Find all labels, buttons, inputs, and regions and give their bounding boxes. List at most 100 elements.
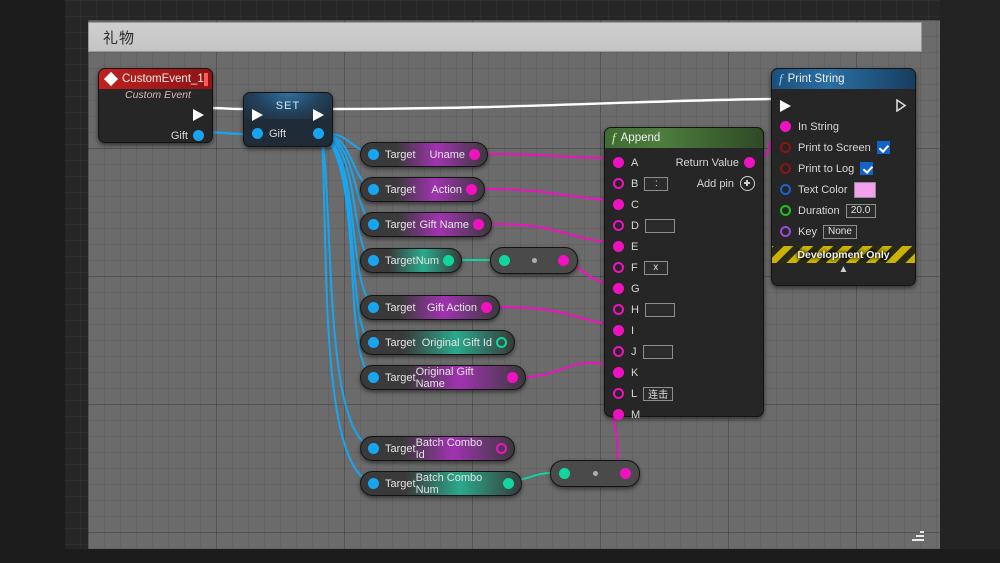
append-pin-row-g: G xyxy=(605,278,763,299)
exec-output-pin[interactable] xyxy=(896,99,907,112)
append-pin-j[interactable] xyxy=(613,346,624,357)
node-target-original-gift-id[interactable]: Target Original Gift Id xyxy=(360,330,515,355)
append-pin-b-label: B xyxy=(631,177,639,190)
print-to-log-pin[interactable] xyxy=(780,163,791,174)
node-append[interactable]: f Append A Return Value B : Add pin C D … xyxy=(604,127,764,421)
print-to-screen-checkbox[interactable] xyxy=(876,141,890,154)
target-input-label: Target xyxy=(385,254,416,267)
node-target-batch-combo-id[interactable]: Target Batch Combo Id xyxy=(360,436,515,461)
duration-value[interactable]: 20.0 xyxy=(845,203,876,218)
append-pin-row-e: E xyxy=(605,236,763,257)
append-pin-row-i: I xyxy=(605,320,763,341)
target-input-pin[interactable] xyxy=(368,337,379,348)
chevron-up-icon[interactable]: ▲ xyxy=(772,263,915,275)
append-pin-g[interactable] xyxy=(613,283,624,294)
node-target-original-gift-name[interactable]: Target Original Gift Name xyxy=(360,365,526,390)
convert-output-pin[interactable] xyxy=(558,255,569,266)
batch-combo-num-output-pin[interactable] xyxy=(503,478,514,489)
blueprint-graph-canvas[interactable]: CustomEvent_1 Custom Event Gift SET Gift… xyxy=(88,20,940,549)
resize-grip-icon[interactable] xyxy=(910,527,924,541)
append-pin-row-d: D xyxy=(605,215,763,236)
append-pin-g-label: G xyxy=(631,282,640,295)
key-value[interactable]: None xyxy=(822,224,857,239)
original-gift-id-output-pin[interactable] xyxy=(496,337,507,348)
set-exec-output-pin[interactable] xyxy=(313,109,324,121)
append-pin-m[interactable] xyxy=(613,409,624,420)
duration-pin[interactable] xyxy=(780,205,791,216)
target-input-pin[interactable] xyxy=(368,184,379,195)
batch-combo-id-output-pin[interactable] xyxy=(496,443,507,454)
node-target-batch-combo-num[interactable]: Target Batch Combo Num xyxy=(360,471,522,496)
set-gift-output-pin[interactable] xyxy=(313,128,324,139)
target-input-pin[interactable] xyxy=(368,478,379,489)
red-square-icon[interactable] xyxy=(203,72,208,86)
action-output-pin[interactable] xyxy=(466,184,477,195)
key-pin[interactable] xyxy=(780,226,791,237)
gift-action-output-pin[interactable] xyxy=(481,302,492,313)
node-custom-event[interactable]: CustomEvent_1 Custom Event Gift xyxy=(98,68,213,143)
text-color-pin[interactable] xyxy=(780,184,791,195)
append-pin-a[interactable] xyxy=(613,157,624,168)
append-pin-k[interactable] xyxy=(613,367,624,378)
node-target-num[interactable]: Target Num xyxy=(360,248,462,273)
target-input-pin[interactable] xyxy=(368,372,379,383)
duration-row: Duration 20.0 xyxy=(772,200,915,221)
append-pin-d[interactable] xyxy=(613,220,624,231)
target-input-pin[interactable] xyxy=(368,255,379,266)
append-pin-h[interactable] xyxy=(613,304,624,315)
set-gift-input-pin[interactable] xyxy=(252,128,263,139)
node-set[interactable]: SET Gift xyxy=(243,92,333,147)
num-output-pin[interactable] xyxy=(443,255,454,266)
append-pin-j-label: J xyxy=(631,345,637,358)
print-to-log-checkbox[interactable] xyxy=(860,162,874,175)
target-input-pin[interactable] xyxy=(368,443,379,454)
append-pin-b[interactable] xyxy=(613,178,624,189)
append-pin-i[interactable] xyxy=(613,325,624,336)
exec-output-pin[interactable] xyxy=(193,108,204,121)
event-diamond-icon xyxy=(103,71,119,87)
add-pin-icon[interactable] xyxy=(740,176,755,191)
target-input-pin[interactable] xyxy=(368,219,379,230)
node-target-action[interactable]: Target Action xyxy=(360,177,485,202)
node-print-string[interactable]: f Print String In String Print to Screen xyxy=(771,68,916,286)
original-gift-name-output-pin[interactable] xyxy=(507,372,518,383)
custom-event-subtitle: Custom Event xyxy=(125,89,191,101)
target-output-label: Batch Combo Id xyxy=(415,436,483,461)
print-to-screen-pin[interactable] xyxy=(780,142,791,153)
append-pin-h-label: H xyxy=(631,303,639,316)
append-return-value-pin[interactable] xyxy=(744,157,755,168)
set-exec-input-pin[interactable] xyxy=(252,109,263,121)
text-color-label: Text Color xyxy=(798,183,848,196)
left-panel xyxy=(0,0,65,563)
convert-input-pin[interactable] xyxy=(499,255,510,266)
append-pin-b-value[interactable]: : xyxy=(644,176,669,191)
graph-tab-bar[interactable]: 礼物 xyxy=(88,22,922,52)
custom-event-exec-out-row xyxy=(99,104,212,125)
uname-output-pin[interactable] xyxy=(469,149,480,160)
append-pin-l-value[interactable]: 连击 xyxy=(643,386,674,401)
in-string-pin[interactable] xyxy=(780,121,791,132)
gift-name-output-pin[interactable] xyxy=(473,219,484,230)
convert-output-pin[interactable] xyxy=(620,468,631,479)
append-pin-row-m: M xyxy=(605,404,763,425)
text-color-swatch[interactable] xyxy=(853,181,876,198)
append-pin-j-value[interactable] xyxy=(642,344,673,359)
exec-input-pin[interactable] xyxy=(780,99,791,112)
function-icon: f xyxy=(612,130,616,145)
append-pin-d-value[interactable] xyxy=(644,218,675,233)
node-convert-batch-num-to-string[interactable] xyxy=(550,460,640,487)
append-pin-l[interactable] xyxy=(613,388,624,399)
append-pin-e[interactable] xyxy=(613,241,624,252)
append-pin-f[interactable] xyxy=(613,262,624,273)
gift-output-pin[interactable] xyxy=(193,130,204,141)
convert-input-pin[interactable] xyxy=(559,468,570,479)
node-target-gift-action[interactable]: Target Gift Action xyxy=(360,295,500,320)
append-pin-c[interactable] xyxy=(613,199,624,210)
node-target-gift-name[interactable]: Target Gift Name xyxy=(360,212,492,237)
node-target-uname[interactable]: Target Uname xyxy=(360,142,488,167)
append-pin-f-value[interactable]: x xyxy=(643,260,668,275)
node-convert-num-to-string[interactable] xyxy=(490,247,578,274)
target-input-pin[interactable] xyxy=(368,149,379,160)
append-pin-h-value[interactable] xyxy=(644,302,675,317)
target-input-pin[interactable] xyxy=(368,302,379,313)
